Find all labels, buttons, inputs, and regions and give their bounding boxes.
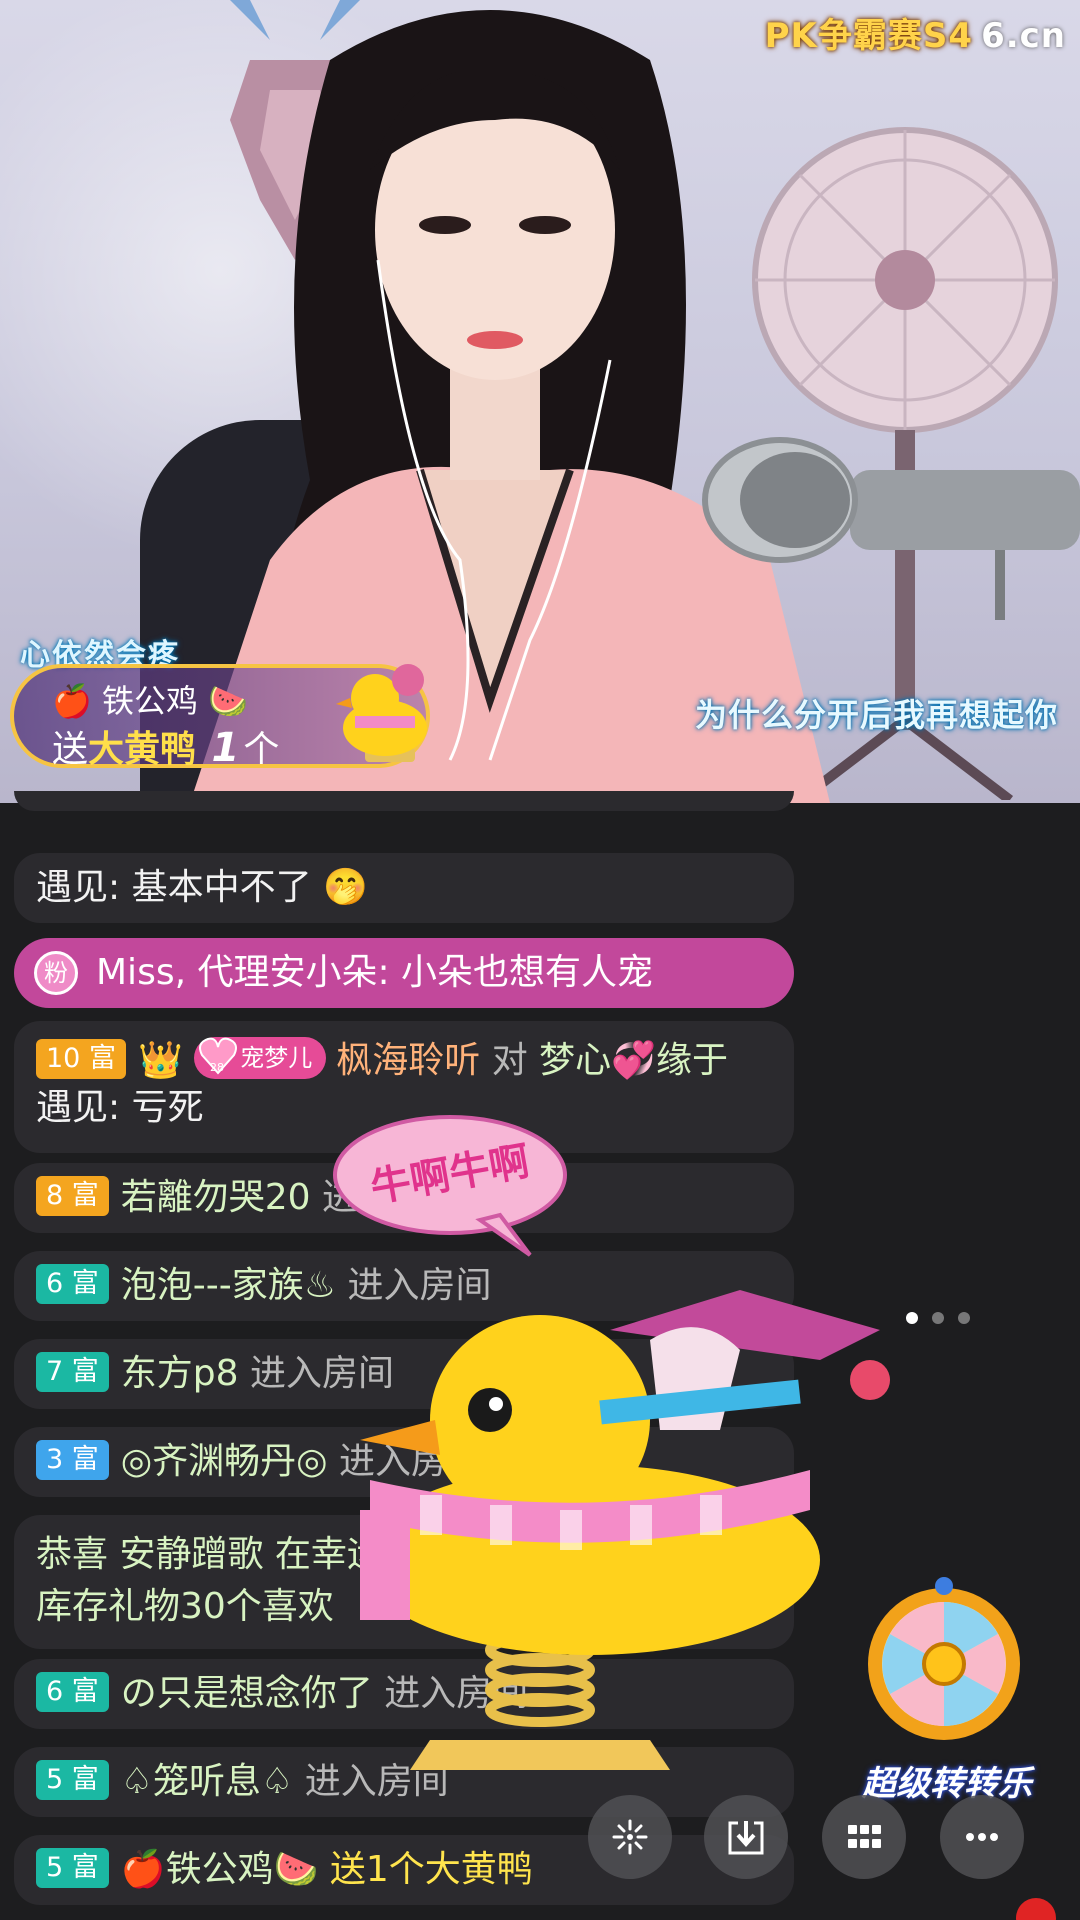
page-dot [958, 1312, 970, 1324]
rich-level-badge: 7 富 [36, 1352, 109, 1392]
fan-message[interactable]: 粉 Miss, 代理安小朵: 小朵也想有人宠 [14, 938, 794, 1008]
rich-level-badge: 5 富 [36, 1848, 109, 1888]
watermelon-icon: 🍉 [273, 1849, 319, 1890]
fan-badge-icon: 粉 [34, 951, 78, 995]
page-dot [932, 1312, 944, 1324]
user-name[interactable]: 泡泡---家族♨ [121, 1265, 336, 1306]
chat-message[interactable]: 5 富 🍎铁公鸡🍉 送1个大黄鸭 [14, 1835, 794, 1905]
rich-level-badge: 8 富 [36, 1176, 109, 1216]
message-text: Miss, 代理安小朵: 小朵也想有人宠 [96, 952, 654, 993]
logo-text: PK争霸赛S4 [764, 16, 974, 56]
hearts-icon: 💞 [611, 1040, 657, 1081]
user-name[interactable]: の只是想念你了 [121, 1673, 373, 1714]
live-room: PK争霸赛S4 6.cn 心依然会疼 为什么分开后我再想起你 🍎 铁公鸡 🍉 送大… [0, 0, 1080, 1920]
grid-icon [848, 1825, 881, 1848]
chat-message[interactable]: 遇见: 基本中不了 🤭 [14, 853, 794, 923]
duck-gift-animation [360, 1290, 890, 1770]
clipped-message [14, 791, 794, 811]
smile-emoji-icon: 🤭 [323, 867, 368, 908]
duck-gift-icon [336, 664, 427, 762]
lucky-wheel-icon[interactable] [862, 1576, 1026, 1756]
crown-icon: 👑 [137, 1040, 183, 1081]
user-name[interactable]: 枫海聆听 [336, 1040, 480, 1081]
download-icon [728, 1821, 764, 1855]
platform-logo: PK争霸赛S4 6.cn [765, 8, 1066, 57]
rich-level-badge: 6 富 [36, 1264, 109, 1304]
rich-level-badge: 10 富 [36, 1039, 126, 1079]
download-button[interactable] [704, 1795, 788, 1879]
lyric-right: 为什么分开后我再想起你 [694, 696, 1058, 734]
microphone [702, 437, 1080, 620]
user-name[interactable]: 铁公鸡 [166, 1849, 274, 1890]
more-icon [966, 1833, 998, 1841]
heart-icon: 28 [199, 1037, 238, 1075]
svg-text:28: 28 [210, 1061, 224, 1074]
rich-level-badge: 5 富 [36, 1760, 109, 1800]
pet-badge: 28 宠梦儿 [194, 1037, 327, 1079]
live-video[interactable]: PK争霸赛S4 6.cn 心依然会疼 为什么分开后我再想起你 🍎 铁公鸡 🍉 送大… [0, 0, 1080, 803]
share-icon [612, 1819, 648, 1855]
apps-button[interactable] [822, 1795, 906, 1879]
apple-icon: 🍎 [120, 1849, 166, 1890]
logo-domain: 6.cn [981, 16, 1066, 56]
more-button[interactable] [940, 1795, 1024, 1879]
gift-sender: 🍎 铁公鸡 🍉 [52, 682, 249, 720]
message-text: 遇见: 基本中不了 [36, 867, 312, 908]
user-name[interactable]: ♤笼听息♤ [121, 1761, 294, 1802]
speech-bubble-sticker: 牛啊牛啊 [333, 1115, 567, 1257]
rich-level-badge: 3 富 [36, 1440, 109, 1480]
gift-action: 送大黄鸭 1个 [52, 725, 280, 771]
user-name[interactable]: ◎齐渊畅丹◎ [121, 1441, 328, 1482]
page-indicator [906, 1309, 984, 1328]
rich-level-badge: 6 富 [36, 1672, 109, 1712]
share-button[interactable] [588, 1795, 672, 1879]
user-name[interactable]: 若離勿哭20 [121, 1177, 311, 1218]
user-name[interactable]: 东方p8 [121, 1353, 239, 1394]
